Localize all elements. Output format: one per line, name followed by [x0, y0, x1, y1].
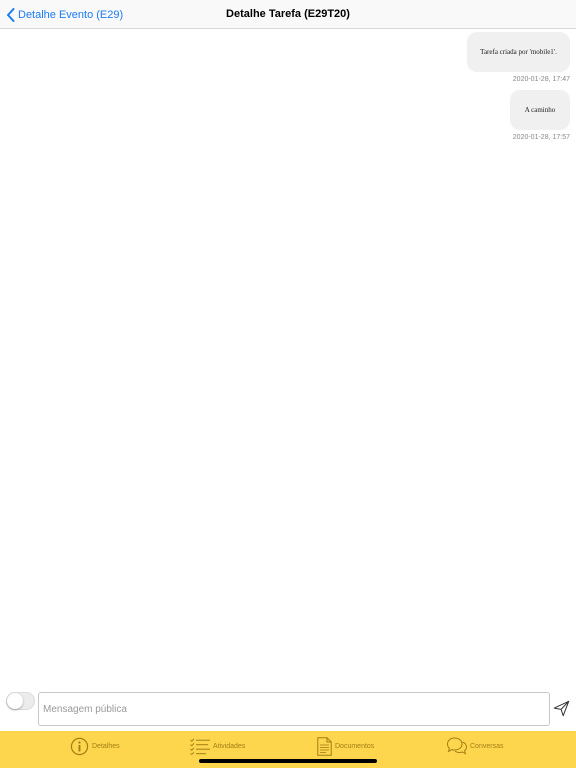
- tab-documentos[interactable]: Documentos: [317, 731, 374, 761]
- message-input[interactable]: [38, 692, 550, 726]
- message-timestamp: 2020-01-28, 17:47: [512, 76, 570, 83]
- tab-label: Atividades: [213, 742, 246, 750]
- tab-label: Conversas: [470, 742, 504, 750]
- tab-conversas[interactable]: Conversas: [447, 731, 503, 761]
- chevron-left-icon: [7, 7, 15, 22]
- tab-atividades[interactable]: Atividades: [190, 731, 245, 761]
- tab-label: Detalhes: [92, 742, 120, 750]
- message-composer: [0, 689, 576, 731]
- message-timestamp: 2020-01-28, 17:57: [512, 134, 570, 141]
- message-item: Tarefa criada por 'mobile1'. 2020-01-28,…: [467, 32, 570, 83]
- home-indicator: [199, 759, 377, 763]
- public-toggle[interactable]: [6, 692, 35, 710]
- back-button-label: Detalhe Evento (E29): [18, 8, 124, 21]
- chat-bubbles-icon: [447, 737, 467, 755]
- navigation-bar: Detalhe Evento (E29) Detalhe Tarefa (E29…: [0, 0, 576, 29]
- info-icon: [70, 737, 89, 755]
- tab-label: Documentos: [335, 742, 375, 750]
- message-bubble: A caminho: [510, 90, 570, 130]
- checklist-icon: [190, 738, 210, 755]
- back-button[interactable]: Detalhe Evento (E29): [6, 0, 123, 29]
- message-bubble: Tarefa criada por 'mobile1'.: [467, 32, 570, 72]
- message-list[interactable]: Tarefa criada por 'mobile1'. 2020-01-28,…: [0, 29, 576, 689]
- message-item: A caminho 2020-01-28, 17:57: [510, 90, 570, 141]
- send-icon[interactable]: [553, 700, 570, 717]
- toggle-knob: [7, 693, 23, 709]
- tab-detalhes[interactable]: Detalhes: [70, 731, 120, 761]
- document-icon: [317, 736, 332, 756]
